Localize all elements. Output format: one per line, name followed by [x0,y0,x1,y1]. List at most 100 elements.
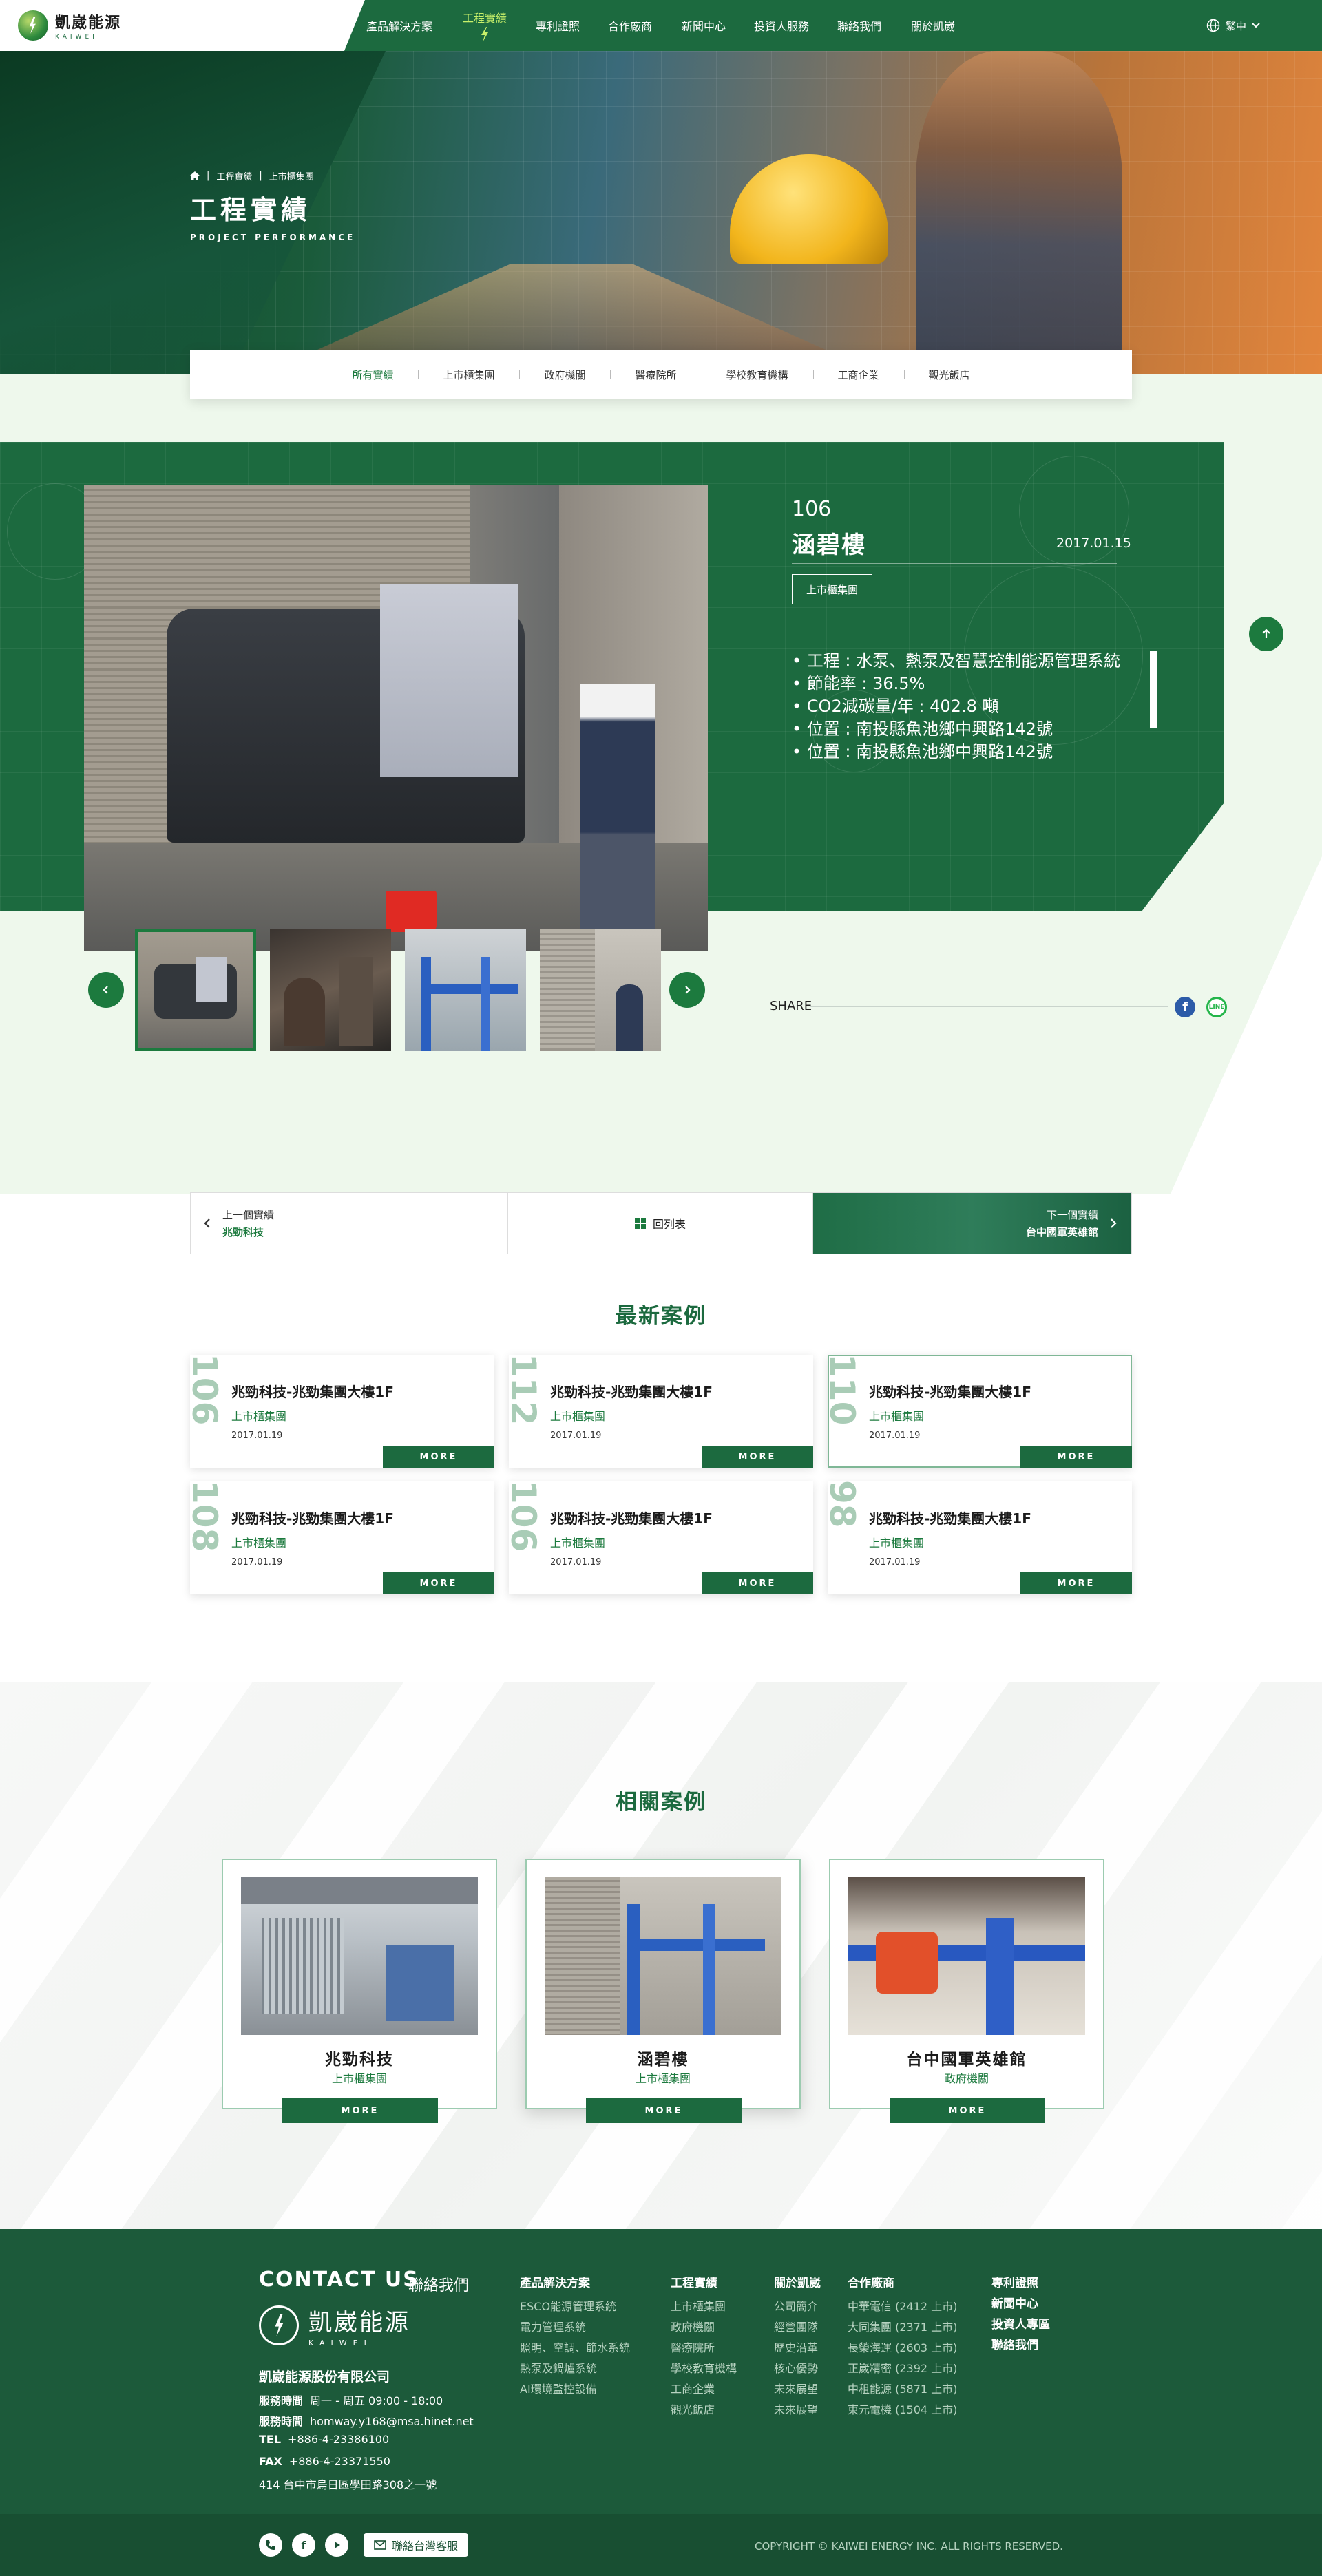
footer-link[interactable]: 正崴精密 (2392 上市) [848,2358,957,2379]
case-category: 上市櫃集團 [550,1537,606,1550]
thumbnail-image[interactable] [540,929,661,1051]
latest-case-card[interactable]: 106 兆勁科技-兆勁集團大樓1F 上市櫃集團 2017.01.19 MORE [509,1481,813,1594]
case-category: 上市櫃集團 [869,1537,925,1550]
footer-link[interactable]: 公司簡介 [774,2297,821,2317]
latest-case-card[interactable]: 106 兆勁科技-兆勁集團大樓1F 上市櫃集團 2017.01.19 MORE [190,1355,494,1468]
footer-link[interactable]: 政府機關 [671,2317,737,2338]
footer-link[interactable]: 醫療院所 [671,2338,737,2358]
more-button[interactable]: MORE [383,1446,494,1468]
thumbnail-prev-button[interactable] [88,972,124,1008]
facebook-icon[interactable]: f [292,2533,315,2557]
case-category: 上市櫃集團 [550,1410,606,1423]
footer-link[interactable]: 大同集團 (2371 上市) [848,2317,957,2338]
thumbnail-image[interactable] [270,929,391,1051]
case-details-list: 工程 : 水泵、熱泵及智慧控制能源管理系統 節能率 : 36.5% CO2減碳量… [792,650,1120,763]
footer-link[interactable]: 聯絡我們 [992,2335,1050,2356]
more-button[interactable]: MORE [282,2098,438,2123]
footer-link[interactable]: 專利證照 [992,2273,1050,2294]
prev-case-button[interactable]: 上一個實績 兆勁科技 [191,1193,508,1254]
nav-item-products[interactable]: 產品解決方案 [366,0,432,51]
footer-link[interactable]: 中華電信 (2412 上市) [848,2297,957,2317]
back-to-top-button[interactable] [1249,617,1283,651]
footer-column-partners: 合作廠商 中華電信 (2412 上市) 大同集團 (2371 上市) 長榮海運 … [848,2273,957,2420]
more-button[interactable]: MORE [890,2098,1045,2123]
tab-hotels[interactable]: 觀光飯店 [903,368,995,382]
more-button[interactable]: MORE [1020,1572,1132,1594]
footer-link[interactable]: 電力管理系統 [520,2317,630,2338]
nav-item-investors[interactable]: 投資人服務 [754,0,809,51]
tab-listed[interactable]: 上市櫃集團 [418,368,519,382]
nav-item-patents[interactable]: 專利證照 [536,0,580,51]
tab-all[interactable]: 所有實績 [327,368,418,382]
footer-column-heading[interactable]: 合作廠商 [848,2273,957,2294]
related-case-card[interactable]: 涵碧樓 上市櫃集團 MORE [525,1859,801,2123]
latest-case-card[interactable]: 98 兆勁科技-兆勁集團大樓1F 上市櫃集團 2017.01.19 MORE [828,1481,1132,1594]
nav-item-contact[interactable]: 聯絡我們 [837,0,881,51]
footer-link[interactable]: ESCO能源管理系統 [520,2297,630,2317]
footer-link[interactable]: 投資人專區 [992,2314,1050,2335]
footer-link[interactable]: 長榮海運 (2603 上市) [848,2338,957,2358]
footer-link[interactable]: 照明、空調、節水系統 [520,2338,630,2358]
thumbnail-next-button[interactable] [669,972,705,1008]
nav-item-partners[interactable]: 合作廠商 [608,0,652,51]
case-date: 2017.01.15 [1056,536,1131,551]
facebook-icon[interactable]: f [1175,997,1195,1017]
customer-service-button[interactable]: 聯絡台灣客服 [364,2533,469,2557]
latest-case-card[interactable]: 110 兆勁科技-兆勁集團大樓1F 上市櫃集團 2017.01.19 MORE [828,1355,1132,1468]
breadcrumb-item[interactable]: 上市櫃集團 [269,169,314,182]
footer-link[interactable]: 未來展望 [774,2379,821,2400]
more-button[interactable]: MORE [702,1446,813,1468]
contact-email[interactable]: 服務時間 homway.y168@msa.hinet.net [259,2412,474,2429]
breadcrumb-item[interactable]: 工程實績 [216,169,252,182]
footer-link[interactable]: 上市櫃集團 [671,2297,737,2317]
arrow-up-icon [1262,629,1270,638]
footer-link[interactable]: 未來展望 [774,2400,821,2420]
footer-link[interactable]: 觀光飯店 [671,2400,737,2420]
youtube-icon[interactable] [325,2533,348,2557]
footer-link[interactable]: 東元電機 (1504 上市) [848,2400,957,2420]
logo-mark-icon [18,10,48,41]
nav-item-news[interactable]: 新聞中心 [682,0,726,51]
tab-education[interactable]: 學校教育機構 [701,368,813,382]
more-button[interactable]: MORE [1020,1446,1132,1468]
tab-business[interactable]: 工商企業 [812,368,904,382]
phone-icon[interactable] [259,2533,282,2557]
more-button[interactable]: MORE [383,1572,494,1594]
case-category-tag[interactable]: 上市櫃集團 [792,574,873,604]
next-case-button[interactable]: 下一個實績 台中國軍英雄館 [813,1193,1131,1254]
language-selector[interactable]: 繁中 [1206,0,1260,51]
tab-medical[interactable]: 醫療院所 [610,368,701,382]
related-case-card[interactable]: 台中國軍英雄館 政府機關 MORE [829,1859,1104,2123]
chevron-right-icon [685,986,691,994]
case-detail-item: 節能率 : 36.5% [792,673,1120,695]
more-button[interactable]: MORE [586,2098,742,2123]
nav-item-projects[interactable]: 工程實績 [463,0,507,51]
footer-column-heading[interactable]: 產品解決方案 [520,2273,630,2294]
site-logo[interactable]: 凱崴能源 KAIWEI [18,10,128,41]
footer-link[interactable]: 中租能源 (5871 上市) [848,2379,957,2400]
footer-link[interactable]: 新聞中心 [992,2294,1050,2314]
footer-link[interactable]: 學校教育機構 [671,2358,737,2379]
latest-case-card[interactable]: 108 兆勁科技-兆勁集團大樓1F 上市櫃集團 2017.01.19 MORE [190,1481,494,1594]
footer-column-heading[interactable]: 工程實績 [671,2273,737,2294]
contact-tel[interactable]: TEL +886-4-23386100 [259,2433,389,2446]
footer-link[interactable]: 工商企業 [671,2379,737,2400]
nav-item-label: 工程實績 [463,12,507,25]
tab-government[interactable]: 政府機關 [519,368,610,382]
footer-link[interactable]: 核心優勢 [774,2358,821,2379]
footer-link[interactable]: AI環境監控設備 [520,2379,630,2400]
more-button[interactable]: MORE [702,1572,813,1594]
thumbnail-image[interactable] [405,929,526,1051]
footer-column-heading[interactable]: 關於凱崴 [774,2273,821,2294]
scrollbar-thumb[interactable] [1150,651,1157,728]
latest-case-card[interactable]: 112 兆勁科技-兆勁集團大樓1F 上市櫃集團 2017.01.19 MORE [509,1355,813,1468]
footer-link[interactable]: 歷史沿革 [774,2338,821,2358]
home-icon[interactable] [190,171,200,180]
line-icon[interactable]: LINE [1206,997,1227,1017]
nav-item-about[interactable]: 關於凱崴 [911,0,955,51]
footer-link[interactable]: 經營團隊 [774,2317,821,2338]
back-to-list-button[interactable]: 回列表 [508,1193,813,1254]
related-case-card[interactable]: 兆勁科技 上市櫃集團 MORE [222,1859,497,2123]
thumbnail-image[interactable] [135,929,256,1051]
footer-link[interactable]: 熱泵及鍋爐系統 [520,2358,630,2379]
